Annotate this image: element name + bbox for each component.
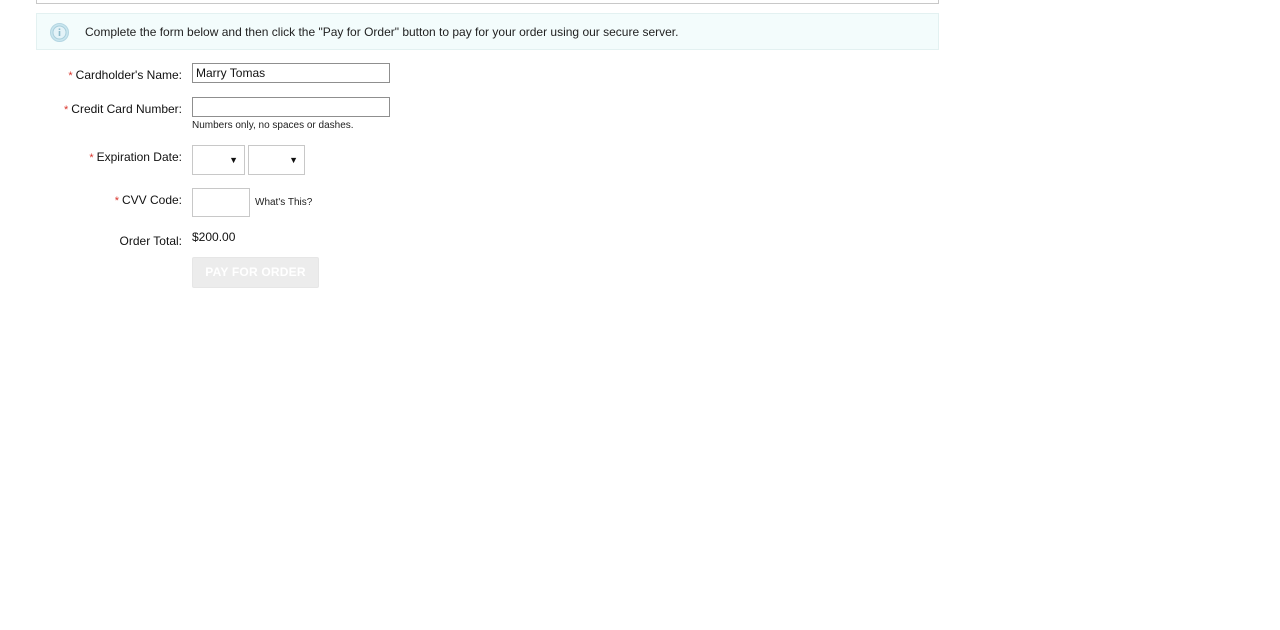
required-marker: * <box>68 70 73 82</box>
expiration-year-select[interactable]: ▼ <box>248 145 305 175</box>
info-notice: Complete the form below and then click t… <box>36 13 939 50</box>
cardholder-name-label-text: Cardholder's Name: <box>75 68 182 82</box>
cvv-code-label: * CVV Code: <box>115 193 182 207</box>
expiration-month-select[interactable]: ▼ <box>192 145 245 175</box>
pay-for-order-button[interactable]: PAY FOR ORDER <box>192 257 319 288</box>
top-panel-edge <box>36 0 939 4</box>
credit-card-number-input[interactable] <box>192 97 390 117</box>
info-message: Complete the form below and then click t… <box>85 25 679 39</box>
expiration-date-label: * Expiration Date: <box>89 150 182 164</box>
order-total-value: $200.00 <box>192 230 236 244</box>
cvv-code-input[interactable] <box>192 188 250 217</box>
payment-page: Complete the form below and then click t… <box>0 0 1280 630</box>
whats-this-link[interactable]: What's This? <box>255 197 312 208</box>
expiration-date-label-text: Expiration Date: <box>96 150 182 164</box>
chevron-down-icon: ▼ <box>289 155 298 165</box>
chevron-down-icon: ▼ <box>229 155 238 165</box>
required-marker: * <box>64 104 69 116</box>
info-icon <box>50 23 69 42</box>
cardholder-name-label: * Cardholder's Name: <box>68 68 182 82</box>
cardholder-name-input[interactable] <box>192 63 390 83</box>
required-marker: * <box>114 195 119 207</box>
order-total-label: Order Total: <box>119 234 182 248</box>
card-number-hint: Numbers only, no spaces or dashes. <box>192 120 354 131</box>
required-marker: * <box>89 152 94 164</box>
credit-card-number-label: * Credit Card Number: <box>64 102 182 116</box>
credit-card-number-label-text: Credit Card Number: <box>71 102 182 116</box>
cvv-code-label-text: CVV Code: <box>121 193 182 207</box>
